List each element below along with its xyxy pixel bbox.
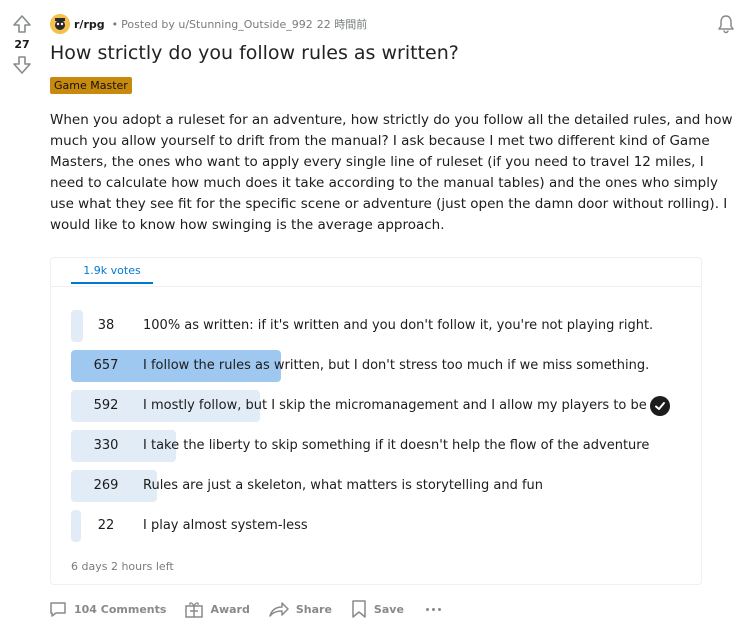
poll-option-votes: 22 xyxy=(97,518,115,533)
poll-option-votes: 657 xyxy=(93,358,119,373)
comment-bubble-icon xyxy=(50,602,66,617)
checkmark-icon xyxy=(650,396,670,416)
post-card: 27 r/rpg • Posted by u/Stunning_Outside_… xyxy=(0,0,746,640)
post-meta: r/rpg • Posted by u/Stunning_Outside_992… xyxy=(50,13,367,35)
poll-option-label: I take the liberty to skip something if … xyxy=(143,438,650,453)
award-button[interactable]: Award xyxy=(184,599,250,619)
poll-option-votes: 38 xyxy=(97,318,115,333)
post-body: When you adopt a ruleset for an adventur… xyxy=(50,112,733,233)
poll-option-label: I follow the rules as written, but I don… xyxy=(143,358,650,373)
poll-option[interactable]: 269 Rules are just a skeleton, what matt… xyxy=(71,470,681,502)
post-actions: 104 Comments Award Share Save xyxy=(48,596,445,622)
post-title[interactable]: How strictly do you follow rules as writ… xyxy=(50,42,459,64)
poll-option-votes: 330 xyxy=(93,438,119,453)
post-flair[interactable]: Game Master xyxy=(50,77,132,94)
gift-icon xyxy=(185,602,204,618)
downvote-arrow-icon[interactable] xyxy=(10,53,34,77)
poll-option-label: I play almost system-less xyxy=(143,518,308,533)
subreddit-avatar[interactable] xyxy=(50,14,70,34)
save-label: Save xyxy=(373,602,404,616)
poll-divider xyxy=(51,286,701,287)
save-button[interactable]: Save xyxy=(350,599,404,619)
poll-votes-tab[interactable]: 1.9k votes xyxy=(71,264,153,284)
posted-by[interactable]: Posted by u/Stunning_Outside_992 xyxy=(121,18,313,31)
share-label: Share xyxy=(295,602,332,616)
bell-icon[interactable] xyxy=(716,14,736,34)
poll-option-votes: 592 xyxy=(93,398,119,413)
meta-separator: • xyxy=(111,17,119,31)
poll-option[interactable]: 657 I follow the rules as written, but I… xyxy=(71,350,681,382)
upvote-arrow-icon[interactable] xyxy=(10,12,34,36)
comments-label: 104 Comments xyxy=(74,602,167,616)
bookmark-icon xyxy=(352,600,366,618)
share-arrow-icon xyxy=(269,602,289,617)
poll-option-label: 100% as written: if it's written and you… xyxy=(143,318,654,333)
more-dots-icon[interactable] xyxy=(422,604,445,615)
share-button[interactable]: Share xyxy=(268,599,332,619)
poll-option-label: Rules are just a skeleton, what matters … xyxy=(143,478,544,493)
poll-option[interactable]: 330 I take the liberty to skip something… xyxy=(71,430,681,462)
poll-time-left: 6 days 2 hours left xyxy=(71,560,174,573)
poll-option[interactable]: 38 100% as written: if it's written and … xyxy=(71,310,681,342)
poll-option[interactable]: 22 I play almost system-less xyxy=(71,510,681,542)
vote-count: 27 xyxy=(14,38,30,51)
poll-option[interactable]: 592 I mostly follow, but I skip the micr… xyxy=(71,390,681,422)
award-label: Award xyxy=(210,602,250,616)
poll: 1.9k votes 38 100% as written: if it's w… xyxy=(50,257,702,585)
comments-button[interactable]: 104 Comments xyxy=(48,599,166,619)
subreddit-name[interactable]: r/rpg xyxy=(74,18,105,31)
poll-option-label: I mostly follow, but I skip the microman… xyxy=(143,398,664,413)
vote-column: 27 xyxy=(8,12,36,77)
post-time: 22 時間前 xyxy=(316,18,368,31)
poll-option-votes: 269 xyxy=(93,478,119,493)
